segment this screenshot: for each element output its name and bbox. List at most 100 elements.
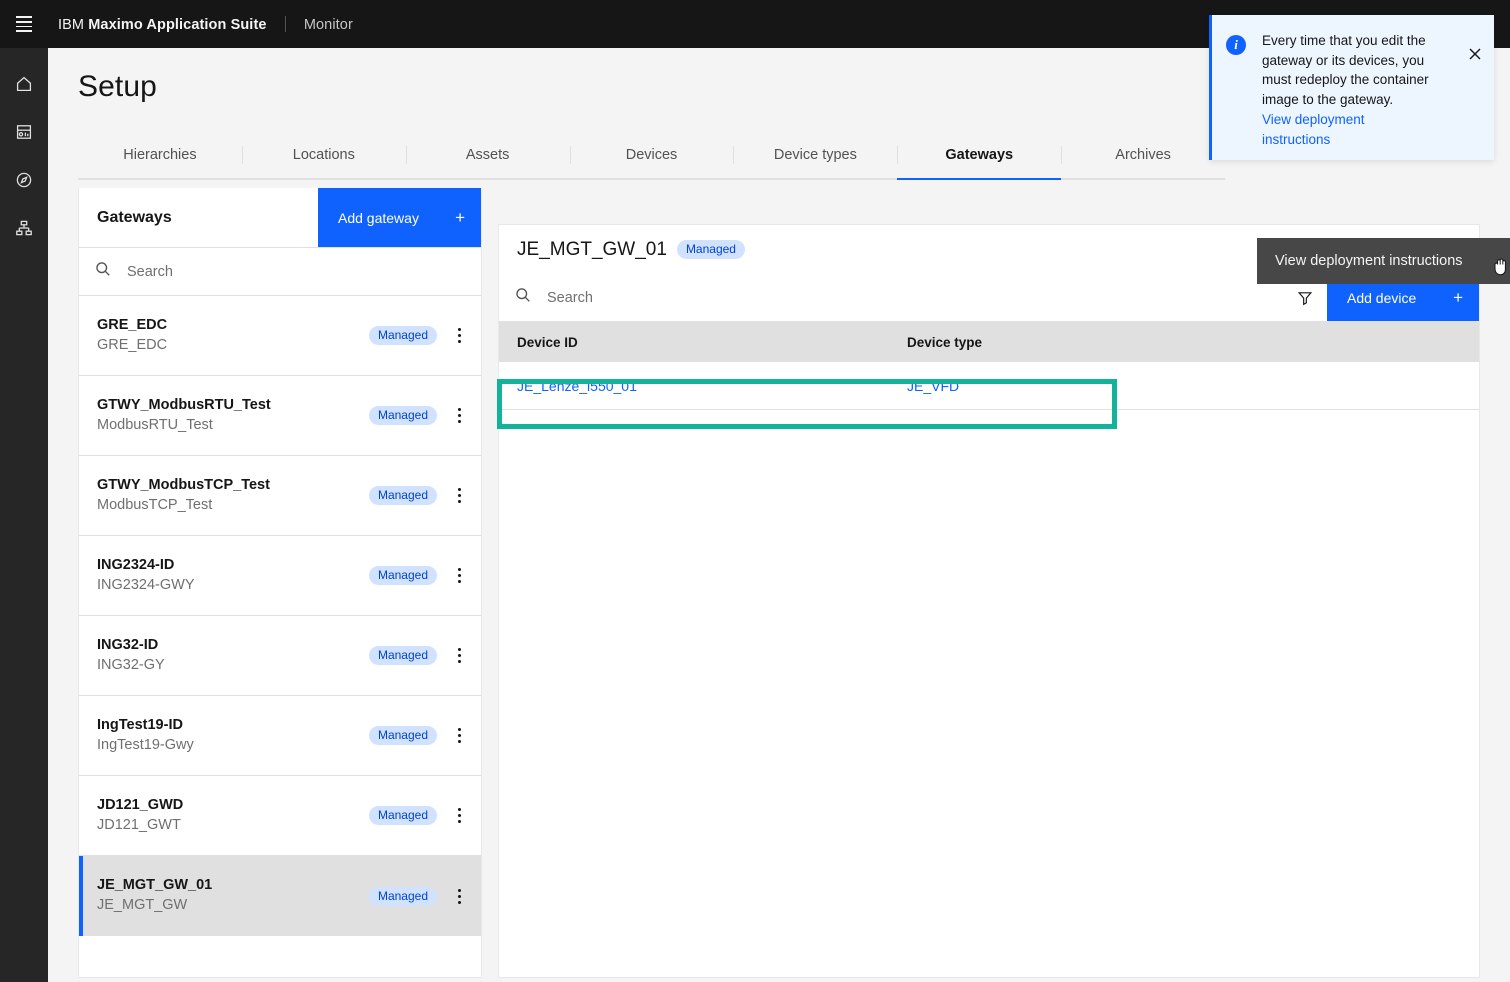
view-deployment-instructions-link[interactable]: View deployment instructions [1262,110,1430,149]
add-gateway-button[interactable]: Add gateway + [318,188,481,247]
plus-icon: + [1453,288,1463,307]
overflow-menu-icon[interactable] [437,546,481,606]
gateway-name: JD121_GWD [97,796,184,813]
gateways-heading: Gateways [97,208,172,226]
tab-archives[interactable]: Archives [1061,132,1226,180]
gateway-subname: ModbusTCP_Test [97,496,213,513]
cell-device-id: JE_Lenze_i550_01 [499,378,907,394]
detail-status-badge: Managed [676,240,745,259]
tab-gateways[interactable]: Gateways [897,132,1062,180]
brand-prefix: IBM [58,16,85,33]
tab-locations[interactable]: Locations [241,132,406,180]
gateway-list-item[interactable]: GTWY_ModbusTCP_Test ModbusTCP_Test Manag… [79,456,481,536]
gateway-list-item[interactable]: GRE_EDC GRE_EDC Managed [79,296,481,376]
device-id-link[interactable]: JE_Lenze_i550_01 [517,378,637,394]
gateway-list-item[interactable]: ING32-ID ING32-GY Managed [79,616,481,696]
hierarchy-icon[interactable] [0,204,48,252]
info-icon: i [1226,35,1246,55]
add-device-label: Add device [1347,289,1417,306]
status-badge: Managed [368,886,437,906]
gateway-list-item[interactable]: IngTest19-ID IngTest19-Gwy Managed [79,696,481,776]
gateway-subname: IngTest19-Gwy [97,736,194,753]
gateway-names: GTWY_ModbusRTU_Test ModbusRTU_Test [97,396,369,435]
gateway-list-item[interactable]: JD121_GWD JD121_GWT Managed [79,776,481,856]
status-badge: Managed [368,646,437,665]
info-notification: i Every time that you edit the gateway o… [1209,15,1494,160]
tab-devices[interactable]: Devices [569,132,734,180]
add-gateway-label: Add gateway [338,209,419,226]
close-icon[interactable] [1464,43,1486,65]
page-title: Setup [78,70,157,103]
gateway-names: ING2324-ID ING2324-GWY [97,556,369,595]
search-icon [95,261,111,282]
device-type-link[interactable]: JE_VFD [907,378,959,394]
gateways-panel-header: Gateways Add gateway + [79,188,481,248]
gateway-subname: JD121_GWT [97,816,181,833]
gateway-name: IngTest19-ID [97,716,183,733]
status-badge: Managed [368,406,437,425]
gateway-names: IngTest19-ID IngTest19-Gwy [97,716,369,755]
gateway-name: GRE_EDC [97,316,168,333]
gateway-list-item[interactable]: ING2324-ID ING2324-GWY Managed [79,536,481,616]
gateway-name: ING2324-ID [97,556,175,573]
gateway-list-item-selected[interactable]: JE_MGT_GW_01 JE_MGT_GW Managed [79,856,481,936]
gateway-subname: ING2324-GWY [97,576,195,593]
gateway-subname: GRE_EDC [97,336,168,353]
gateway-detail-panel: JE_MGT_GW_01 Managed Search Add device + [497,224,1480,978]
mouse-cursor [1494,258,1506,276]
status-badge: Managed [368,566,437,585]
brand-name: Maximo Application Suite [88,16,267,33]
gateway-name: ING32-ID [97,636,159,653]
status-badge: Managed [368,486,437,505]
tab-bar: Hierarchies Locations Assets Devices Dev… [78,132,1226,180]
column-header-device-id: Device ID [517,334,578,350]
gateway-name: JE_MGT_GW_01 [97,877,213,894]
overflow-menu-icon[interactable] [437,706,481,766]
gateways-panel: Gateways Add gateway + Search GRE_EDC GR… [78,188,482,978]
gateway-list-item[interactable]: GTWY_ModbusRTU_Test ModbusRTU_Test Manag… [79,376,481,456]
gateway-search-field[interactable]: Search [79,248,481,296]
overflow-menu-icon[interactable] [437,786,481,846]
notification-message: Every time that you edit the gateway or … [1262,33,1429,107]
gateway-names: ING32-ID ING32-GY [97,636,369,675]
overflow-menu-icon[interactable] [437,626,481,686]
cell-device-type: JE_VFD [907,378,1479,394]
gateway-names: GRE_EDC GRE_EDC [97,316,369,355]
gateway-names: GTWY_ModbusTCP_Test ModbusTCP_Test [97,476,369,515]
tab-assets[interactable]: Assets [405,132,570,180]
gateway-names: JE_MGT_GW_01 JE_MGT_GW [97,876,369,915]
app-name: Monitor [303,16,353,33]
overflow-menu-icon[interactable] [437,866,481,926]
gateway-subname: JE_MGT_GW [97,897,188,913]
gateway-search-placeholder: Search [127,263,173,280]
home-icon[interactable] [0,60,48,108]
notification-body: Every time that you edit the gateway or … [1262,31,1430,160]
table-row[interactable]: JE_Lenze_i550_01 JE_VFD [499,362,1479,410]
tab-device-types[interactable]: Device types [733,132,898,180]
detail-title: JE_MGT_GW_01 [517,238,667,260]
dashboard-icon[interactable] [0,108,48,156]
device-table-header: Device ID Device type [499,322,1479,362]
overflow-menu-icon[interactable] [437,466,481,526]
gateway-names: JD121_GWD JD121_GWT [97,796,369,835]
deployment-tooltip: View deployment instructions [1257,238,1510,284]
search-icon [515,287,531,308]
brand-title: IBM Maximo Application Suite Monitor [58,15,353,33]
gateway-name: GTWY_ModbusTCP_Test [97,476,270,493]
left-nav-rail [0,48,48,982]
hamburger-icon[interactable] [0,0,48,48]
brand-divider [284,15,286,32]
status-badge: Managed [368,726,437,745]
device-search-field[interactable]: Search [499,274,1283,321]
gateway-name: GTWY_ModbusRTU_Test [97,396,271,413]
plus-icon: + [455,208,465,227]
status-badge: Managed [368,806,437,825]
explore-icon[interactable] [0,156,48,204]
gateway-subname: ING32-GY [97,656,165,673]
gateway-subname: ModbusRTU_Test [97,416,213,433]
column-header-device-type: Device type [907,334,983,350]
overflow-menu-icon[interactable] [437,386,481,446]
gateway-list: GRE_EDC GRE_EDC Managed GTWY_ModbusRTU_T… [79,296,481,936]
tab-hierarchies[interactable]: Hierarchies [78,132,242,180]
overflow-menu-icon[interactable] [437,306,481,366]
